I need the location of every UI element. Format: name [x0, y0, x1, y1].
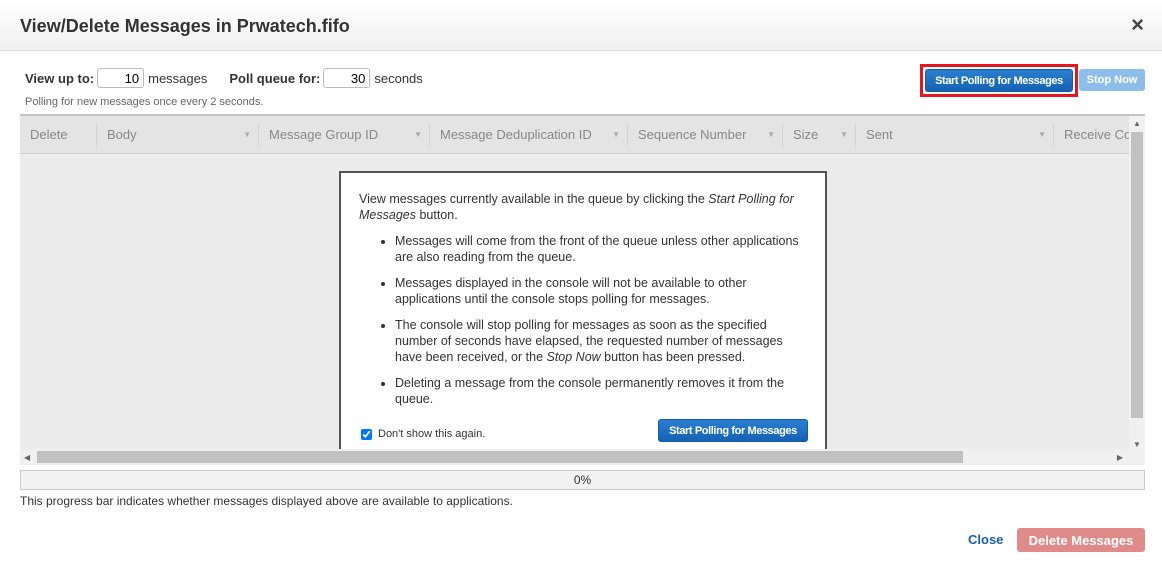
horizontal-scrollbar[interactable]: ◀ ▶ [20, 449, 1145, 465]
poll-controls: View up to: messages Poll queue for: sec… [25, 68, 423, 88]
column-deduplication-id[interactable]: Message Deduplication ID ▼ [430, 116, 628, 154]
poll-queue-label: Poll queue for: [229, 70, 321, 86]
seconds-label: seconds [374, 70, 423, 86]
close-icon[interactable]: × [1131, 12, 1144, 38]
column-body[interactable]: Body ▼ [97, 116, 259, 154]
grid-header: Delete Body ▼ Message Group ID ▼ Message D… [20, 116, 1129, 154]
scroll-down-icon[interactable]: ▼ [1133, 440, 1141, 449]
info-bullet: Deleting a message from the console perm… [395, 375, 807, 407]
stop-now-button[interactable]: Stop Now [1079, 69, 1145, 91]
progress-bar: 0% [20, 470, 1145, 490]
dialog-title: View/Delete Messages in Prwatech.fifo [20, 16, 350, 36]
scroll-up-icon[interactable]: ▲ [1133, 119, 1141, 128]
delete-messages-button[interactable]: Delete Messages [1017, 528, 1145, 552]
vertical-scrollbar[interactable]: ▲ ▼ [1129, 116, 1145, 451]
poll-queue-input[interactable] [323, 68, 371, 88]
scroll-right-icon[interactable]: ▶ [1117, 453, 1123, 462]
messages-grid: Delete Body ▼ Message Group ID ▼ Message D… [20, 114, 1145, 465]
info-bullet: The console will stop polling for messag… [395, 317, 807, 365]
dont-show-checkbox[interactable]: Don't show this again. [361, 426, 485, 442]
column-delete[interactable]: Delete [20, 116, 97, 154]
info-bullet: Messages will come from the front of the… [395, 233, 807, 265]
horizontal-scroll-thumb[interactable] [37, 451, 963, 463]
highlight-box: Start Polling for Messages [920, 64, 1078, 97]
start-polling-button-inline[interactable]: Start Polling for Messages [658, 419, 808, 442]
column-receive-count[interactable]: Receive Cou [1054, 116, 1129, 154]
column-message-group-id[interactable]: Message Group ID ▼ [259, 116, 430, 154]
info-bullet: Messages displayed in the console will n… [395, 275, 807, 307]
progress-value: 0% [573, 473, 592, 487]
scroll-left-icon[interactable]: ◀ [24, 453, 30, 462]
progress-note: This progress bar indicates whether mess… [20, 494, 513, 508]
dialog-header: View/Delete Messages in Prwatech.fifo × [0, 0, 1162, 51]
messages-label: messages [148, 70, 208, 86]
polling-note: Polling for new messages once every 2 se… [25, 96, 264, 108]
vertical-scroll-thumb[interactable] [1131, 132, 1143, 418]
column-sequence-number[interactable]: Sequence Number ▼ [628, 116, 783, 154]
close-link[interactable]: Close [968, 532, 1003, 547]
info-intro: View messages currently available in the… [359, 192, 794, 222]
column-size[interactable]: Size ▼ [783, 116, 856, 154]
info-box: View messages currently available in the… [339, 171, 827, 465]
column-sent[interactable]: Sent ▼ [856, 116, 1054, 154]
checkbox[interactable] [361, 428, 372, 440]
view-up-to-input[interactable] [97, 68, 145, 88]
start-polling-button[interactable]: Start Polling for Messages [925, 69, 1073, 92]
view-up-to-label: View up to: [25, 70, 95, 86]
